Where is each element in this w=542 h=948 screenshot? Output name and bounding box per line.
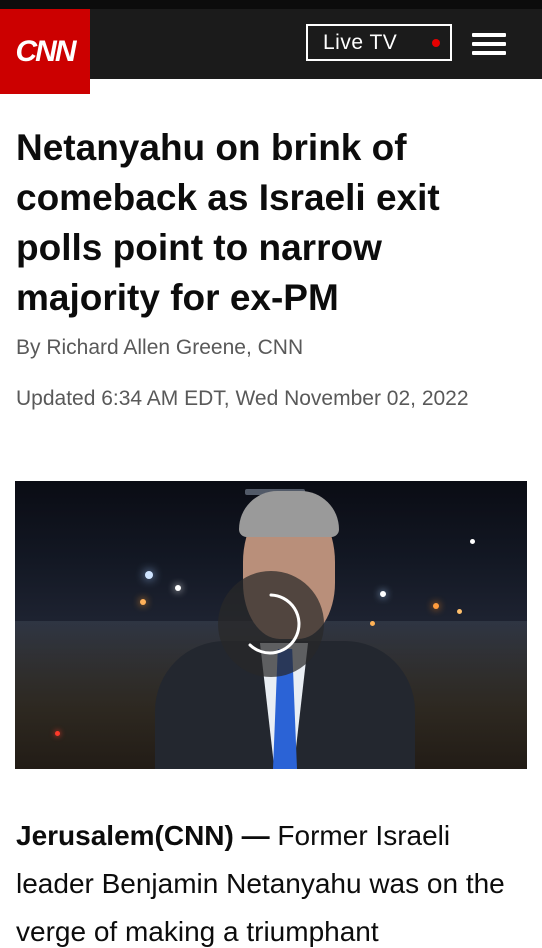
article-byline[interactable]: By Richard Allen Greene, CNN	[16, 336, 303, 360]
video-player[interactable]	[15, 481, 527, 769]
article-headline: Netanyahu on brink of comeback as Israel…	[16, 127, 440, 318]
logo-text: CNN	[15, 34, 77, 68]
hamburger-menu-icon[interactable]	[470, 30, 508, 58]
live-tv-button[interactable]: Live TV	[306, 24, 452, 61]
live-tv-label: Live TV	[323, 30, 398, 54]
body-dateline: Jerusalem(CNN) —	[16, 820, 270, 851]
article-body: Jerusalem(CNN) — Former Israeli leader B…	[16, 812, 526, 948]
live-indicator-icon	[432, 39, 440, 47]
loading-spinner-icon[interactable]	[218, 571, 324, 677]
article-timestamp: Updated 6:34 AM EDT, Wed November 02, 20…	[16, 387, 469, 410]
status-bar	[0, 0, 542, 9]
cnn-logo[interactable]: CNN	[0, 9, 90, 94]
